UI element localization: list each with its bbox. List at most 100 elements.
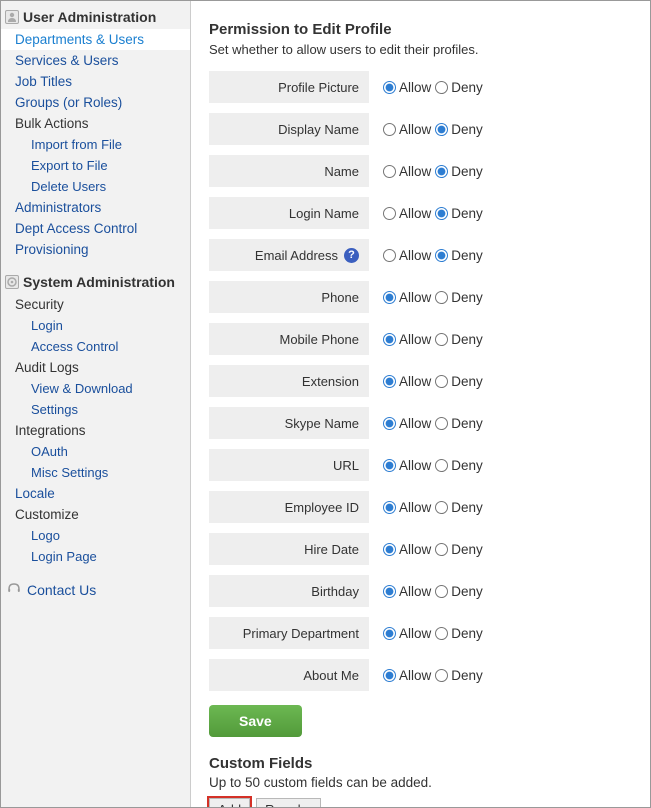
perm-deny-radio[interactable] bbox=[435, 585, 448, 598]
perm-deny-radio[interactable] bbox=[435, 81, 448, 94]
sidebar-item-job-titles[interactable]: Job Titles bbox=[1, 71, 190, 92]
perm-allow-radio[interactable] bbox=[383, 81, 396, 94]
perm-allow-radio[interactable] bbox=[383, 249, 396, 262]
sidebar-item-departments-users[interactable]: Departments & Users bbox=[1, 29, 190, 50]
sidebar-item-settings[interactable]: Settings bbox=[1, 399, 190, 420]
sidebar-item-view-download[interactable]: View & Download bbox=[1, 378, 190, 399]
perm-deny-radio[interactable] bbox=[435, 543, 448, 556]
perm-allow-radio[interactable] bbox=[383, 207, 396, 220]
perm-allow-label[interactable]: Allow bbox=[383, 248, 431, 263]
perm-deny-radio[interactable] bbox=[435, 291, 448, 304]
sidebar-item-provisioning[interactable]: Provisioning bbox=[1, 239, 190, 260]
perm-deny-label[interactable]: Deny bbox=[435, 668, 483, 683]
add-button[interactable]: Add bbox=[209, 798, 250, 807]
sidebar-item-security[interactable]: Security bbox=[1, 294, 190, 315]
perm-deny-label[interactable]: Deny bbox=[435, 80, 483, 95]
perm-deny-label[interactable]: Deny bbox=[435, 542, 483, 557]
section-title: User Administration bbox=[23, 9, 156, 25]
perm-deny-radio[interactable] bbox=[435, 123, 448, 136]
sidebar-item-login[interactable]: Login bbox=[1, 315, 190, 336]
perm-deny-radio[interactable] bbox=[435, 501, 448, 514]
perm-deny-radio[interactable] bbox=[435, 627, 448, 640]
perm-deny-label[interactable]: Deny bbox=[435, 626, 483, 641]
perm-allow-radio[interactable] bbox=[383, 291, 396, 304]
perm-allow-label[interactable]: Allow bbox=[383, 80, 431, 95]
perm-deny-label[interactable]: Deny bbox=[435, 584, 483, 599]
perm-deny-radio[interactable] bbox=[435, 417, 448, 430]
perm-label-text: Email Address bbox=[255, 248, 338, 263]
sidebar-item-groups-roles[interactable]: Groups (or Roles) bbox=[1, 92, 190, 113]
sidebar-item-misc-settings[interactable]: Misc Settings bbox=[1, 462, 190, 483]
sidebar-item-bulk-actions[interactable]: Bulk Actions bbox=[1, 113, 190, 134]
perm-label-text: Mobile Phone bbox=[280, 332, 360, 347]
perm-row-mobile_phone: Mobile Phone Allow Deny bbox=[209, 323, 650, 355]
perm-allow-text: Allow bbox=[399, 164, 431, 179]
perm-deny-text: Deny bbox=[451, 668, 483, 683]
reorder-button[interactable]: Reorder bbox=[256, 798, 321, 807]
perm-allow-radio[interactable] bbox=[383, 585, 396, 598]
perm-deny-radio[interactable] bbox=[435, 207, 448, 220]
sidebar-item-logo[interactable]: Logo bbox=[1, 525, 190, 546]
sidebar-item-dept-access-control[interactable]: Dept Access Control bbox=[1, 218, 190, 239]
perm-allow-label[interactable]: Allow bbox=[383, 206, 431, 221]
perm-label: Name bbox=[209, 155, 369, 187]
perm-deny-label[interactable]: Deny bbox=[435, 290, 483, 305]
perm-allow-radio[interactable] bbox=[383, 375, 396, 388]
perm-options: Allow Deny bbox=[369, 500, 483, 515]
perm-deny-radio[interactable] bbox=[435, 375, 448, 388]
perm-allow-label[interactable]: Allow bbox=[383, 458, 431, 473]
sidebar-item-access-control[interactable]: Access Control bbox=[1, 336, 190, 357]
sidebar-item-import-from-file[interactable]: Import from File bbox=[1, 134, 190, 155]
perm-deny-label[interactable]: Deny bbox=[435, 122, 483, 137]
perm-deny-label[interactable]: Deny bbox=[435, 164, 483, 179]
sidebar-item-administrators[interactable]: Administrators bbox=[1, 197, 190, 218]
sidebar-item-locale[interactable]: Locale bbox=[1, 483, 190, 504]
sidebar-item-contact-us[interactable]: Contact Us bbox=[1, 577, 190, 602]
perm-allow-radio[interactable] bbox=[383, 543, 396, 556]
perm-allow-radio[interactable] bbox=[383, 459, 396, 472]
perm-deny-label[interactable]: Deny bbox=[435, 374, 483, 389]
save-button[interactable]: Save bbox=[209, 705, 302, 737]
perm-row-employee_id: Employee IDAllowDeny bbox=[209, 491, 650, 523]
perm-allow-label[interactable]: Allow bbox=[383, 500, 431, 515]
perm-allow-label[interactable]: Allow bbox=[383, 542, 431, 557]
sidebar-item-delete-users[interactable]: Delete Users bbox=[1, 176, 190, 197]
perm-deny-radio[interactable] bbox=[435, 333, 448, 346]
sidebar-item-services-users[interactable]: Services & Users bbox=[1, 50, 190, 71]
perm-deny-label[interactable]: Deny bbox=[435, 206, 483, 221]
sidebar-item-customize[interactable]: Customize bbox=[1, 504, 190, 525]
perm-deny-label[interactable]: Deny bbox=[435, 458, 483, 473]
perm-allow-radio[interactable] bbox=[383, 165, 396, 178]
perm-allow-label[interactable]: Allow bbox=[383, 122, 431, 137]
perm-deny-text: Deny bbox=[451, 542, 483, 557]
perm-allow-label[interactable]: Allow bbox=[383, 626, 431, 641]
perm-allow-label[interactable]: Allow bbox=[383, 668, 431, 683]
perm-allow-radio[interactable] bbox=[383, 333, 396, 346]
perm-deny-label[interactable]: Deny bbox=[435, 248, 483, 263]
perm-deny-radio[interactable] bbox=[435, 249, 448, 262]
perm-deny-label[interactable]: Deny bbox=[435, 416, 483, 431]
sidebar-item-integrations[interactable]: Integrations bbox=[1, 420, 190, 441]
sidebar-item-oauth[interactable]: OAuth bbox=[1, 441, 190, 462]
perm-deny-text: Deny bbox=[451, 584, 483, 599]
help-icon[interactable]: ? bbox=[344, 248, 359, 263]
perm-allow-label[interactable]: Allow bbox=[383, 164, 431, 179]
sidebar-item-login-page[interactable]: Login Page bbox=[1, 546, 190, 567]
perm-allow-label[interactable]: Allow bbox=[383, 374, 431, 389]
perm-allow-radio[interactable] bbox=[383, 417, 396, 430]
perm-deny-label[interactable]: Deny bbox=[435, 332, 483, 347]
perm-allow-radio[interactable] bbox=[383, 123, 396, 136]
perm-allow-label[interactable]: Allow bbox=[383, 416, 431, 431]
perm-allow-label[interactable]: Allow bbox=[383, 290, 431, 305]
perm-allow-label[interactable]: Allow bbox=[383, 332, 431, 347]
perm-deny-radio[interactable] bbox=[435, 669, 448, 682]
perm-allow-label[interactable]: Allow bbox=[383, 584, 431, 599]
perm-allow-radio[interactable] bbox=[383, 501, 396, 514]
perm-deny-radio[interactable] bbox=[435, 165, 448, 178]
perm-allow-radio[interactable] bbox=[383, 669, 396, 682]
sidebar-item-export-to-file[interactable]: Export to File bbox=[1, 155, 190, 176]
perm-deny-label[interactable]: Deny bbox=[435, 500, 483, 515]
sidebar-item-audit-logs[interactable]: Audit Logs bbox=[1, 357, 190, 378]
perm-deny-radio[interactable] bbox=[435, 459, 448, 472]
perm-allow-radio[interactable] bbox=[383, 627, 396, 640]
